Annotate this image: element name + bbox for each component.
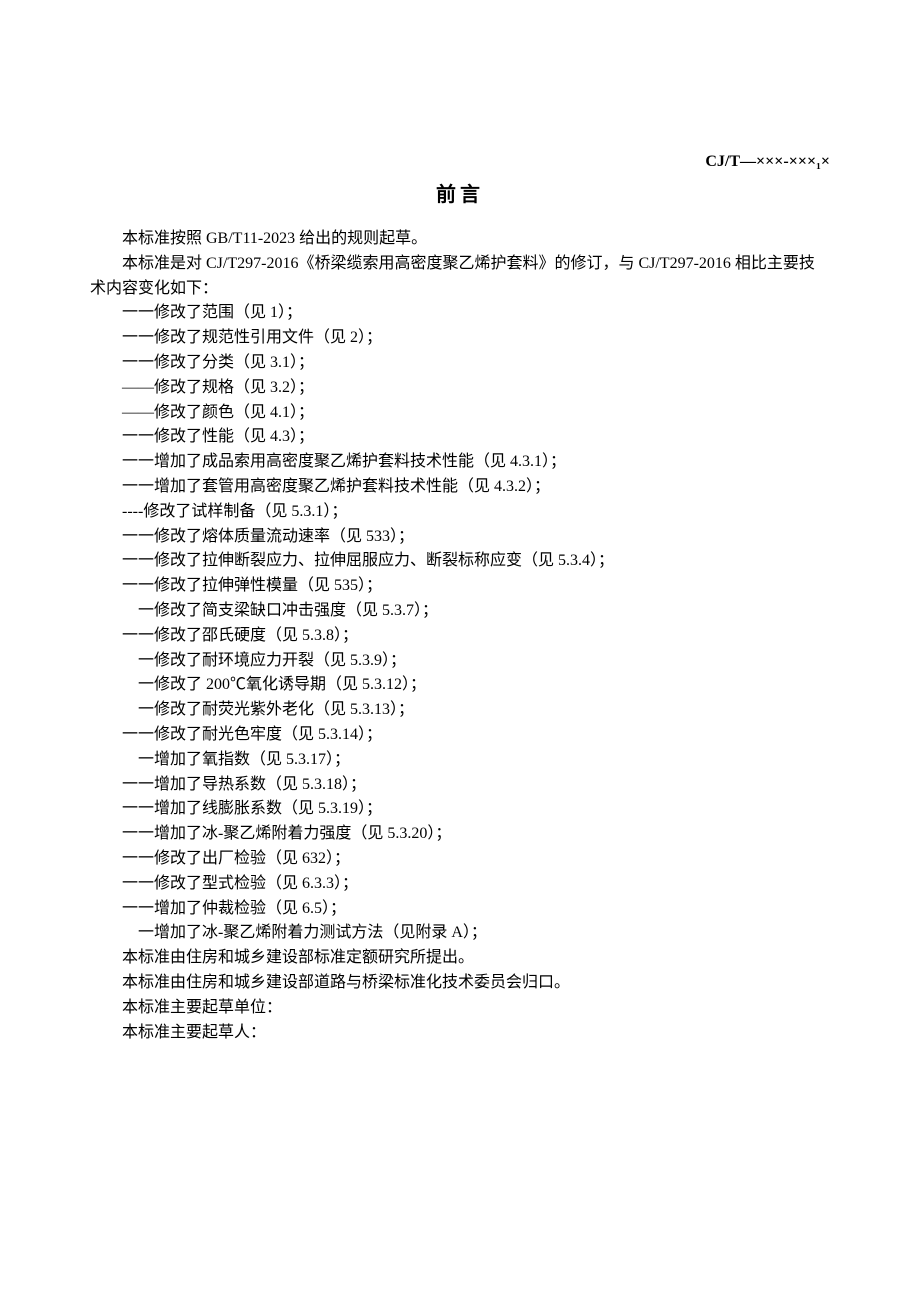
paragraph: 本标准按照 GB/T11-2023 给出的规则起草。 <box>90 227 830 252</box>
list-item: 一一增加了线膨胀系数（见 5.3.19）； <box>90 797 830 822</box>
list-item: ——修改了颜色（见 4.1）； <box>90 401 830 426</box>
list-item: 一一修改了拉伸弹性模量（见 535）； <box>90 574 830 599</box>
list-item: 一一修改了分类（见 3.1）； <box>90 351 830 376</box>
list-item: 一修改了耐环境应力开裂（见 5.3.9）； <box>90 649 830 674</box>
paragraph: 本标准主要起草单位： <box>90 996 830 1021</box>
list-item: 一一修改了熔体质量流动速率（见 533）； <box>90 525 830 550</box>
list-item: 一一增加了套管用高密度聚乙烯护套料技术性能（见 4.3.2）； <box>90 475 830 500</box>
list-item: 一修改了简支梁缺口冲击强度（见 5.3.7）； <box>90 599 830 624</box>
paragraph: 本标准是对 CJ/T297-2016《桥梁缆索用高密度聚乙烯护套料》的修订，与 … <box>90 252 830 277</box>
document-id: CJ/T—×××-×××₁× <box>705 150 830 175</box>
list-item: ——修改了规格（见 3.2）； <box>90 376 830 401</box>
list-item: 一一增加了仲裁检验（见 6.5）； <box>90 897 830 922</box>
list-item: 一一修改了出厂检验（见 632）； <box>90 847 830 872</box>
foreword-title: 前言 <box>90 180 830 211</box>
paragraph-wrap: 术内容变化如下： <box>90 277 830 302</box>
list-item: 一一增加了冰-聚乙烯附着力强度（见 5.3.20）； <box>90 822 830 847</box>
list-item: 一一修改了邵氏硬度（见 5.3.8）； <box>90 624 830 649</box>
paragraph: 本标准主要起草人： <box>90 1021 830 1046</box>
list-item: 一一修改了性能（见 4.3）； <box>90 425 830 450</box>
list-item: 一增加了冰-聚乙烯附着力测试方法（见附录 A）； <box>90 921 830 946</box>
list-item: 一一修改了型式检验（见 6.3.3）； <box>90 872 830 897</box>
list-item: 一一修改了范围（见 1）； <box>90 301 830 326</box>
list-item: 一一增加了成品索用高密度聚乙烯护套料技术性能（见 4.3.1）； <box>90 450 830 475</box>
list-item: 一一修改了拉伸断裂应力、拉伸屈服应力、断裂标称应变（见 5.3.4）； <box>90 549 830 574</box>
list-item: 一修改了 200℃氧化诱导期（见 5.3.12）； <box>90 673 830 698</box>
paragraph: 本标准由住房和城乡建设部道路与桥梁标准化技术委员会归口。 <box>90 971 830 996</box>
list-item: ----修改了试样制备（见 5.3.1）； <box>90 500 830 525</box>
list-item: 一一修改了规范性引用文件（见 2）； <box>90 326 830 351</box>
paragraph: 本标准由住房和城乡建设部标准定额研究所提出。 <box>90 946 830 971</box>
list-item: 一一增加了导热系数（见 5.3.18）； <box>90 773 830 798</box>
body-text: 本标准按照 GB/T11-2023 给出的规则起草。 本标准是对 CJ/T297… <box>90 227 830 1045</box>
list-item: 一增加了氧指数（见 5.3.17）； <box>90 748 830 773</box>
list-item: 一修改了耐荧光紫外老化（见 5.3.13）； <box>90 698 830 723</box>
list-item: 一一修改了耐光色牢度（见 5.3.14）； <box>90 723 830 748</box>
